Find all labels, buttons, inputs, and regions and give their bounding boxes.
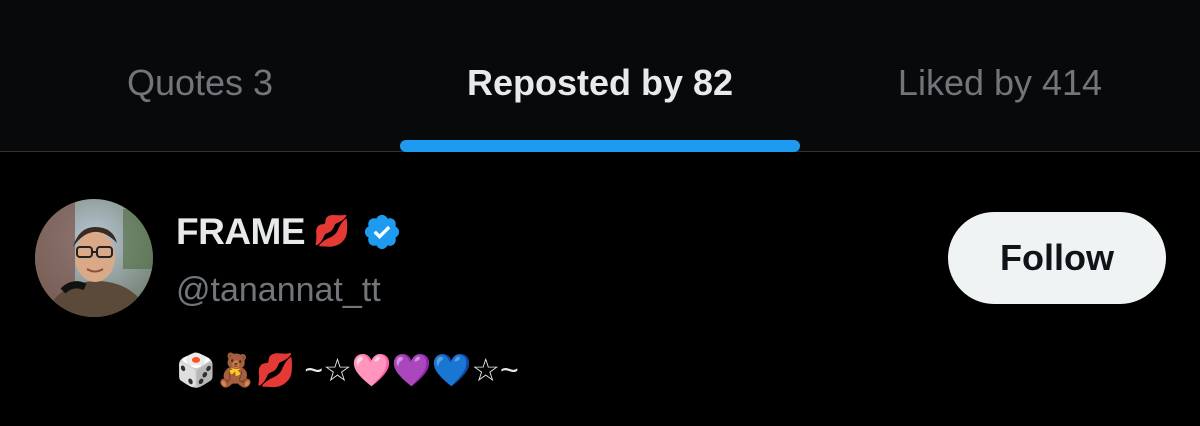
tab-liked-by[interactable]: Liked by 414 <box>800 0 1200 152</box>
tab-reposted-by[interactable]: Reposted by 82 <box>400 0 800 152</box>
bio-text: 🎲🧸💋 ~☆🩷💜💙☆~ <box>176 352 519 388</box>
verified-badge-icon <box>365 214 400 250</box>
display-name[interactable]: FRAME <box>176 211 306 253</box>
follow-button[interactable]: Follow <box>948 212 1166 304</box>
tab-bar: Quotes 3 Reposted by 82 Liked by 414 <box>0 0 1200 152</box>
active-tab-indicator <box>400 140 800 152</box>
user-handle: @tanannat_tt <box>176 271 381 309</box>
user-bio: 🎲🧸💋 ~☆🩷💜💙☆~ <box>176 345 519 395</box>
user-list-item[interactable]: FRAME 💋 @tanannat_tt Follow 🎲🧸💋 ~☆🩷💜💙☆~ <box>0 153 1200 426</box>
avatar[interactable] <box>35 199 153 317</box>
name-line: FRAME 💋 <box>176 210 402 254</box>
tab-quotes[interactable]: Quotes 3 <box>0 0 400 152</box>
avatar-image <box>35 199 153 317</box>
lips-emoji: 💋 <box>313 215 351 248</box>
